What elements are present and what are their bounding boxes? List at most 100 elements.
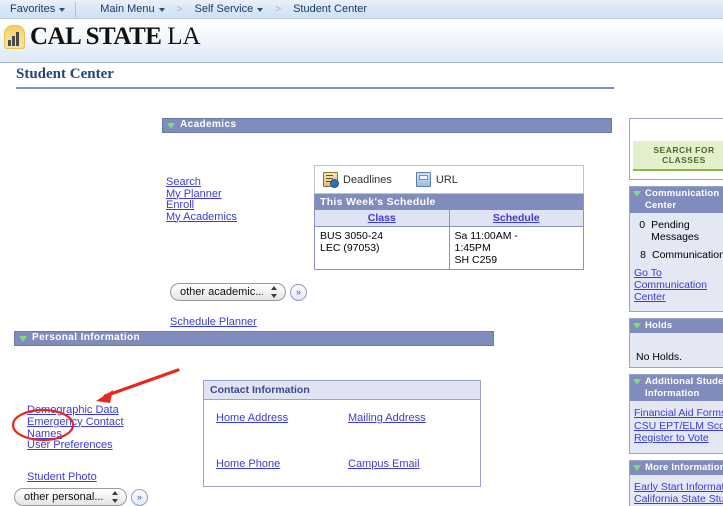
link-csu-ept-elm-scores[interactable]: CSU EPT/ELM Scores <box>634 420 723 433</box>
nav-self-service[interactable]: Self Service <box>185 0 274 18</box>
schedule-table: This Week's Schedule Class Schedule BUS … <box>314 194 584 270</box>
collapse-triangle-icon[interactable] <box>633 191 641 197</box>
communication-center-box: Communication Center 0 Pending Messages … <box>629 186 723 312</box>
academics-panel: Academics Search My Planner Enroll My Ac… <box>162 118 612 328</box>
link-enroll[interactable]: Enroll <box>166 199 194 212</box>
communication-center-header[interactable]: Communication Center <box>630 187 723 213</box>
academics-section-title: Academics <box>180 119 237 130</box>
search-for-classes-button[interactable]: Search For Classes <box>633 141 723 171</box>
link-home-phone[interactable]: Home Phone <box>216 458 348 470</box>
collapse-triangle-icon[interactable] <box>167 122 175 129</box>
link-user-preferences[interactable]: User Preferences <box>27 440 113 452</box>
deadlines-label: Deadlines <box>343 173 392 186</box>
collapse-triangle-icon[interactable] <box>633 464 641 471</box>
chevron-down-icon <box>59 8 66 12</box>
link-student-photo[interactable]: Student Photo <box>27 471 97 483</box>
deadlines-item[interactable]: Deadlines <box>323 172 392 188</box>
link-campus-email[interactable]: Campus Email <box>348 458 480 470</box>
collapse-triangle-icon[interactable] <box>633 379 641 385</box>
more-information-header[interactable]: More Information <box>630 460 723 475</box>
cell-schedule: Sa 11:00AM - 1:45PM SH C259 <box>454 230 518 266</box>
link-register-to-vote[interactable]: Register to Vote <box>634 432 709 445</box>
personal-body: Demographic Data Emergency Contact Names… <box>14 346 494 506</box>
nav-main-menu[interactable]: Main Menu <box>76 0 174 18</box>
logo-text-la: LA <box>167 23 201 50</box>
holds-box: Holds No Holds. <box>629 318 723 368</box>
personal-section-title: Personal Information <box>32 332 141 343</box>
link-mailing-address[interactable]: Mailing Address <box>348 412 480 424</box>
deadlines-icon <box>323 172 339 188</box>
link-california-state-student[interactable]: California State Student <box>634 493 723 506</box>
more-information-body: Early Start Information California State… <box>630 474 723 506</box>
communications-label: Communications <box>652 249 723 261</box>
schedule-table-title: This Week's Schedule <box>315 194 583 210</box>
additional-student-information-title: Additional Student Information <box>645 376 723 399</box>
list-item: 0 Pending Messages <box>634 219 723 243</box>
link-go-to-communication-center[interactable]: Go To Communication Center <box>634 267 723 303</box>
weekly-schedule-box: Deadlines URL This Week's Schedule Class <box>314 165 584 270</box>
holds-status-text: No Holds. <box>636 351 683 363</box>
right-sidebar: Search For Classes Communication Center … <box>629 118 723 506</box>
column-header-schedule[interactable]: Schedule <box>450 210 584 226</box>
nav-student-center-label: Student Center <box>293 3 368 15</box>
contact-information-title: Contact Information <box>204 381 480 400</box>
additional-student-information-header[interactable]: Additional Student Information <box>630 375 723 401</box>
breadcrumb-separator: > <box>176 3 183 15</box>
nav-favorites[interactable]: Favorites <box>0 0 75 18</box>
url-label: URL <box>435 173 458 186</box>
contact-links-grid: Home Address Mailing Address Home Phone … <box>204 400 480 486</box>
cell-class: BUS 3050-24 LEC (97053) <box>315 227 450 269</box>
collapse-triangle-icon[interactable] <box>19 335 27 342</box>
other-personal-select[interactable]: other personal... <box>14 488 127 506</box>
page-title: Student Center <box>16 66 114 82</box>
communications-count: 8 <box>640 249 646 261</box>
personal-links: Demographic Data Emergency Contact Names… <box>27 404 124 452</box>
url-icon <box>415 172 431 187</box>
pending-messages-count: 0 <box>639 219 646 231</box>
nav-favorites-label: Favorites <box>10 3 56 15</box>
schedule-icon-row: Deadlines URL <box>314 165 584 194</box>
holds-title: Holds <box>645 320 673 331</box>
additional-student-information-box: Additional Student Information Financial… <box>629 374 723 454</box>
chevron-down-icon <box>158 8 165 12</box>
link-schedule-planner[interactable]: Schedule Planner <box>170 316 257 328</box>
communication-center-title: Communication Center <box>645 188 720 211</box>
other-academic-go-button[interactable]: » <box>290 283 307 301</box>
additional-student-information-body: Financial Aid Forms CSU EPT/ELM Scores R… <box>630 401 723 453</box>
link-emergency-contact[interactable]: Emergency Contact <box>27 416 124 429</box>
contact-information-box: Contact Information Home Address Mailing… <box>203 380 481 487</box>
personal-section-header[interactable]: Personal Information <box>14 331 494 346</box>
other-personal-select-wrap: other personal... <box>14 488 127 506</box>
academics-section-header[interactable]: Academics <box>162 118 612 133</box>
link-financial-aid-forms[interactable]: Financial Aid Forms <box>634 407 723 420</box>
student-center-page: Favorites Main Menu > Self Service > Stu… <box>0 0 723 506</box>
academics-links: Search My Planner Enroll My Academics <box>166 176 237 224</box>
link-search[interactable]: Search <box>166 176 201 189</box>
link-early-start-information[interactable]: Early Start Information <box>634 481 723 494</box>
header-band: CAL STATE LA <box>0 19 723 63</box>
logo-text: CAL STATE LA <box>30 23 201 50</box>
more-information-title: More Information <box>645 461 723 473</box>
cal-state-la-logo[interactable]: CAL STATE LA <box>4 23 201 51</box>
column-header-class[interactable]: Class <box>315 210 450 226</box>
list-item: 8 Communications <box>634 249 723 261</box>
top-navigation-bar: Favorites Main Menu > Self Service > Stu… <box>0 0 723 19</box>
other-academic-select[interactable]: other academic... <box>170 283 286 301</box>
pending-messages-label: Pending Messages <box>651 219 699 243</box>
nav-main-menu-label: Main Menu <box>100 3 155 15</box>
other-personal-go-button[interactable]: » <box>131 488 148 506</box>
other-academic-row: other academic... » <box>170 283 307 301</box>
collapse-triangle-icon[interactable] <box>633 323 641 329</box>
more-information-box: More Information Early Start Information… <box>629 459 723 506</box>
page-title-block: Student Center <box>16 66 614 89</box>
nav-student-center[interactable]: Student Center <box>283 0 377 18</box>
chevron-down-icon <box>257 8 264 12</box>
link-my-academics[interactable]: My Academics <box>166 211 237 224</box>
holds-header[interactable]: Holds <box>630 319 723 333</box>
nav-self-service-label: Self Service <box>194 3 254 15</box>
link-home-address[interactable]: Home Address <box>216 412 348 424</box>
other-academic-select-wrap: other academic... <box>170 283 286 301</box>
personal-information-panel: Personal Information Demographic Data Em… <box>14 331 494 506</box>
communication-center-body: 0 Pending Messages 8 Communications Go T… <box>630 213 723 311</box>
url-item[interactable]: URL <box>415 172 458 187</box>
